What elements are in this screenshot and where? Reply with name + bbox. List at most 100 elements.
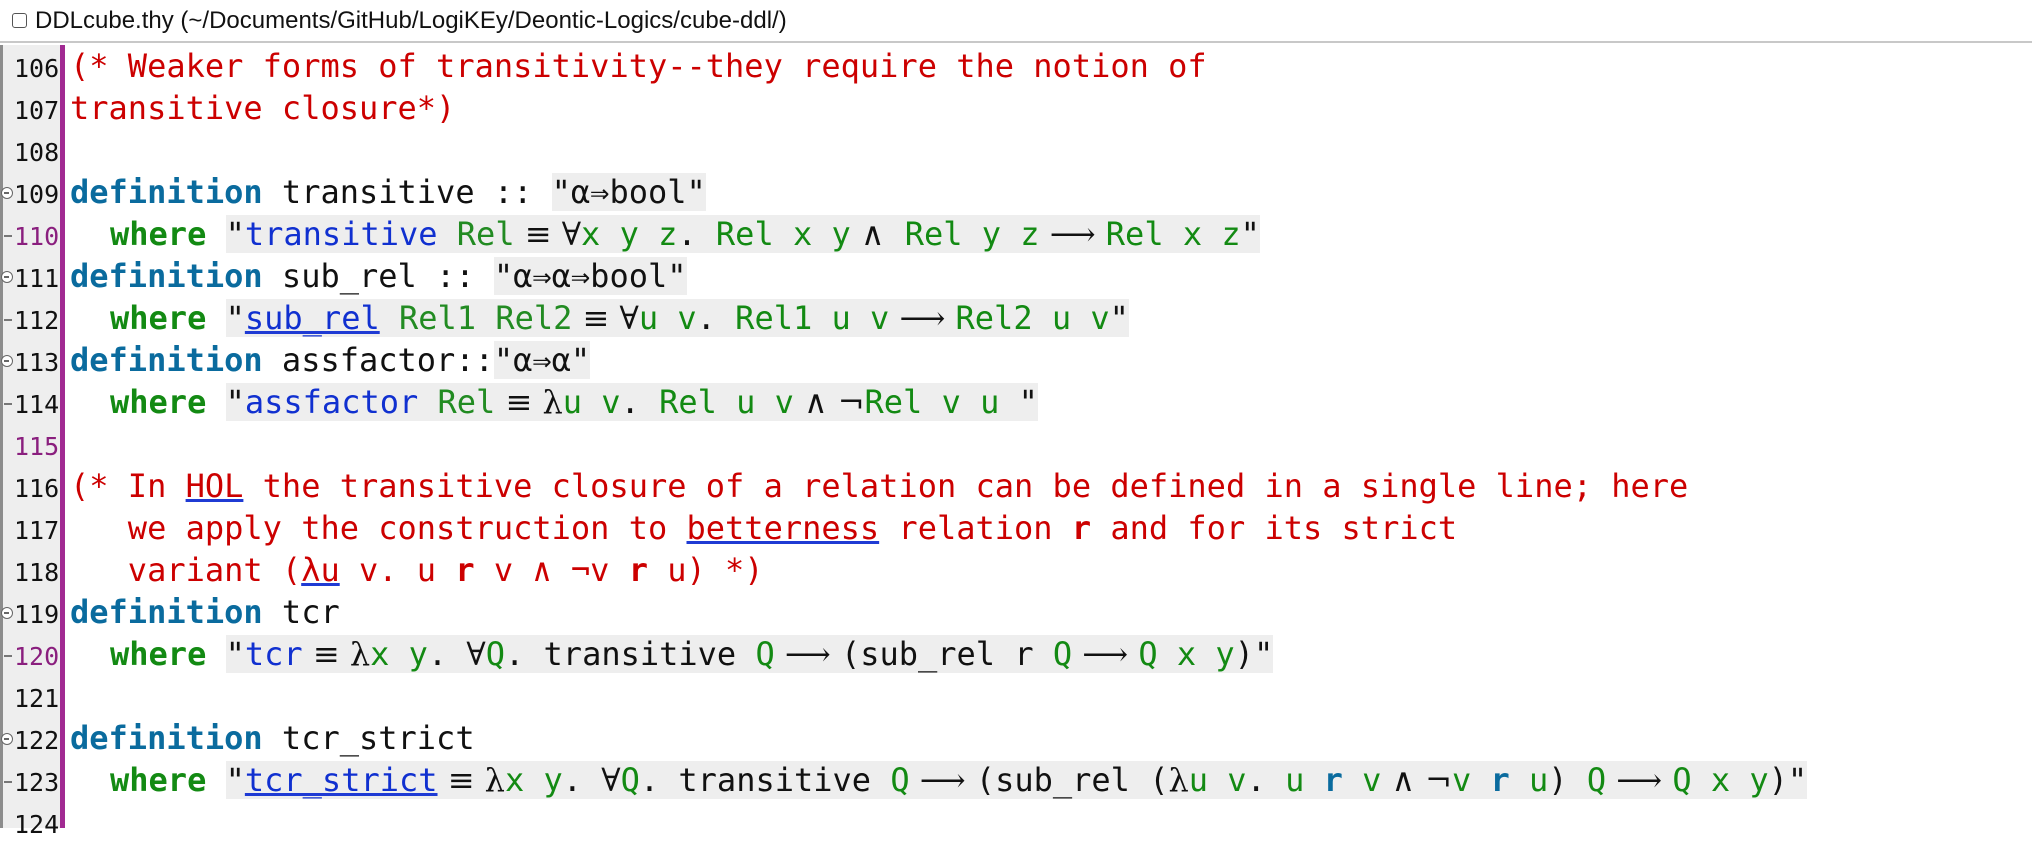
and-symbol: ∧ xyxy=(793,383,838,421)
keyword-where: where xyxy=(110,761,207,799)
keyword-definition: definition xyxy=(70,719,263,757)
dot: . xyxy=(427,635,467,673)
code-line: 110 where "transitive Rel ≡ ∀x y z. Rel … xyxy=(0,213,2032,255)
relation-r: r xyxy=(1071,509,1092,547)
line-number: 112 xyxy=(14,306,60,335)
code-line: 124 xyxy=(0,801,2032,843)
line-number: 124 xyxy=(14,810,60,839)
quote: " xyxy=(225,635,245,673)
implies-symbol: ⟶ xyxy=(889,299,956,337)
forall-symbol: ∀ xyxy=(561,215,582,253)
code-line: 112 where "sub_rel Rel1 Rel2 ≡ ∀u v. Rel… xyxy=(0,297,2032,339)
relation-r: r xyxy=(455,551,475,589)
term: Q x y xyxy=(1672,761,1769,799)
implies-symbol: ⟶ xyxy=(1039,215,1106,253)
fold-collapse-icon[interactable] xyxy=(1,271,13,283)
fold-end-marker xyxy=(4,781,12,783)
dot: . xyxy=(677,215,716,253)
term: Rel y z xyxy=(904,215,1040,253)
line-number: 109 xyxy=(14,180,60,209)
bound-vars: x y z xyxy=(581,215,678,253)
lambda-link[interactable]: λu xyxy=(301,551,340,589)
comment-part: v. u xyxy=(339,551,456,589)
line-number: 122 xyxy=(14,726,60,755)
implies-symbol: ⟶ xyxy=(774,635,841,673)
term: Rel x y xyxy=(715,215,851,253)
free-var: Rel1 Rel2 xyxy=(379,299,573,337)
bound-vars: x y xyxy=(504,761,563,799)
code-line: 122 definition tcr_strict xyxy=(0,717,2032,759)
lambda-symbol: λ xyxy=(1168,761,1189,799)
definition-header: definition assfactor::"α⇒α" xyxy=(70,339,591,381)
lambda-symbol: λ xyxy=(349,635,371,673)
quote: " xyxy=(999,383,1038,421)
term-highlight: "sub_rel Rel1 Rel2 ≡ ∀u v. Rel1 u v ⟶ Re… xyxy=(225,299,1129,337)
lambda-symbol: λ xyxy=(542,383,563,421)
const-name: sub_rel xyxy=(244,299,380,337)
term: Rel x z xyxy=(1105,215,1241,253)
fold-collapse-icon[interactable] xyxy=(1,355,13,367)
equiv-symbol: ≡ xyxy=(302,635,350,673)
bound-var: u xyxy=(1529,761,1549,799)
equiv-symbol: ≡ xyxy=(495,383,543,421)
term-highlight: "tcr_strict ≡ λx y. ∀Q. transitive Q ⟶ (… xyxy=(225,761,1808,799)
code-editor[interactable]: 106 (* Weaker forms of transitivity--the… xyxy=(0,45,2032,839)
term: Q x y xyxy=(1138,635,1235,673)
window-checkbox-icon[interactable] xyxy=(12,13,27,28)
code-line: 116 (* In HOL the transitive closure of … xyxy=(0,465,2032,507)
where-clause: where "tcr_strict ≡ λx y. ∀Q. transitive… xyxy=(110,759,1808,801)
term-highlight: "transitive Rel ≡ ∀x y z. Rel x y ∧ Rel … xyxy=(225,215,1260,253)
type-signature: "α⇒bool" xyxy=(551,173,706,211)
fold-end-marker xyxy=(4,235,12,237)
code-line: 109 definition transitive :: "α⇒bool" xyxy=(0,171,2032,213)
quote: " xyxy=(225,299,245,337)
bound-var: Q xyxy=(1586,761,1607,799)
keyword-definition: definition xyxy=(70,257,263,295)
keyword-where: where xyxy=(110,299,207,337)
const-name: assfactor xyxy=(244,383,419,421)
hol-link[interactable]: HOL xyxy=(186,467,244,505)
dot: . xyxy=(1246,761,1286,799)
comment-part: and for its strict xyxy=(1091,509,1458,547)
forall-symbol: ∀ xyxy=(601,761,621,799)
comment-part: we apply the construction to xyxy=(70,509,687,547)
forall-symbol: ∀ xyxy=(466,635,486,673)
comment-part: relation xyxy=(879,509,1072,547)
and-symbol: ∧ xyxy=(850,215,905,253)
where-clause: where "sub_rel Rel1 Rel2 ≡ ∀u v. Rel1 u … xyxy=(110,297,1129,339)
term: (sub_rel ( xyxy=(975,761,1169,799)
bound-var: u xyxy=(1285,761,1305,799)
line-number: 106 xyxy=(14,54,60,83)
term-highlight: "assfactor Rel ≡ λu v. Rel u v ∧ ¬Rel v … xyxy=(225,383,1038,421)
dot: . xyxy=(620,383,660,421)
definition-header: definition tcr xyxy=(70,591,340,633)
code-line: 115 xyxy=(0,423,2032,465)
fold-collapse-icon[interactable] xyxy=(1,733,13,745)
fold-collapse-icon[interactable] xyxy=(1,607,13,619)
fold-collapse-icon[interactable] xyxy=(1,187,13,199)
code-line: 117 we apply the construction to bettern… xyxy=(0,507,2032,549)
window-titlebar: DDLcube.thy (~/Documents/GitHub/LogiKEy/… xyxy=(0,0,2032,43)
bound-var: Q xyxy=(620,761,640,799)
term: (sub_rel r xyxy=(840,635,1053,673)
comment-part: v ∧ ¬v xyxy=(474,551,629,589)
code-line: 106 (* Weaker forms of transitivity--the… xyxy=(0,45,2032,87)
keyword-where: where xyxy=(110,383,207,421)
relation-r: r xyxy=(1323,761,1343,799)
bound-var: Q xyxy=(890,761,910,799)
equiv-symbol: ≡ xyxy=(514,215,562,253)
keyword-where: where xyxy=(110,215,207,253)
bound-vars: u v xyxy=(562,383,621,421)
bound-vars: u v xyxy=(638,299,697,337)
dot: . xyxy=(696,299,736,337)
const-name: tcr xyxy=(244,635,303,673)
definition-name: tcr xyxy=(262,593,340,631)
not-symbol: ¬ xyxy=(1425,761,1452,799)
comment-part: (* In xyxy=(70,467,186,505)
quote: " xyxy=(1240,215,1260,253)
bound-vars: u v xyxy=(1188,761,1247,799)
lambda-symbol: λ xyxy=(484,761,505,799)
definition-name: assfactor:: xyxy=(262,341,494,379)
betterness-link[interactable]: betterness xyxy=(687,509,880,547)
